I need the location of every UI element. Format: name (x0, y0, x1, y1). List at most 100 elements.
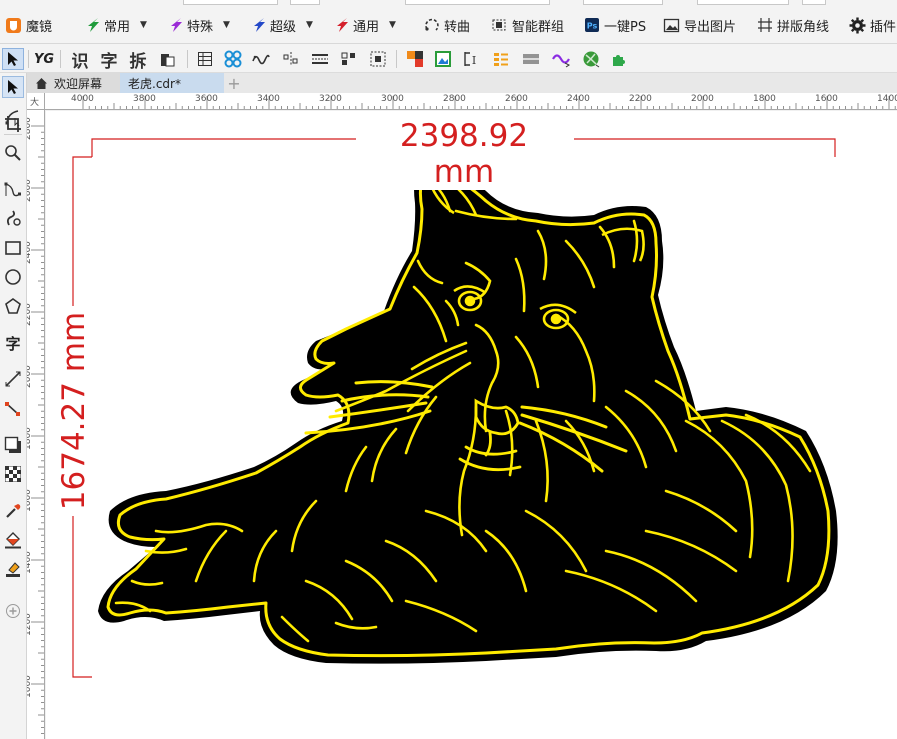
recognize-icon: 识 (71, 51, 89, 72)
wave-path-button[interactable] (250, 48, 272, 70)
menubar-stub (697, 0, 789, 5)
menu-label: 智能群组 (512, 19, 565, 35)
barcode-button[interactable] (520, 48, 542, 70)
tab-welcome-screen[interactable]: 欢迎屏幕 (27, 73, 120, 93)
rectangle-tool[interactable] (2, 237, 24, 259)
menu-label: 超级 (270, 19, 297, 35)
text-align-button[interactable]: I (461, 48, 483, 70)
select-area-icon (370, 51, 386, 67)
ruler-label: 1200 (27, 613, 33, 636)
align-nodes-button[interactable] (338, 48, 360, 70)
ruler-label: 3000 (381, 94, 404, 104)
menu-label: 插件 (870, 19, 897, 35)
ellipse-icon (5, 269, 21, 285)
menubar-stub (405, 0, 550, 5)
crop-marks-icon (758, 18, 772, 32)
menu-super[interactable]: 超级 ▼ (252, 15, 313, 35)
connector-icon (5, 402, 20, 416)
dimension-line-icon (5, 371, 21, 387)
pointer-icon (8, 80, 18, 94)
ruler-label: 2800 (27, 117, 33, 140)
ruler-label: 1600 (815, 94, 838, 104)
menu-common[interactable]: 常用 ▼ (86, 15, 147, 35)
drawing-canvas[interactable]: 2398.92 mm 1674.27 mm (46, 111, 897, 739)
split-button[interactable]: 拆 (127, 48, 149, 72)
transform-button[interactable] (550, 48, 572, 70)
image-frame-button[interactable] (432, 48, 454, 70)
menu-crop-marks[interactable]: 拼版角线 (757, 15, 829, 35)
eyedropper-tool[interactable] (2, 500, 24, 522)
table-button[interactable] (194, 48, 216, 70)
menubar-stub (183, 0, 278, 5)
pattern-icon (224, 50, 242, 68)
ruler-label: 1400 (877, 94, 897, 104)
ruler-label: 1400 (27, 551, 33, 574)
corel-draw-window: 魔镜 常用 ▼ 特殊 ▼ 超级 ▼ 通用 ▼ 转曲 智能群组 Ps 一键PS 导… (0, 0, 897, 739)
tiger-artwork[interactable] (98, 160, 838, 664)
plugin-puzzle-button[interactable] (608, 48, 630, 70)
height-dimension-label-box[interactable]: 1674.27 mm (54, 307, 94, 515)
height-dimension-label: 1674.27 mm (56, 307, 92, 515)
pick-tool-button[interactable] (2, 48, 24, 70)
ruler-unit-label: 大 (30, 98, 40, 108)
transparency-tool[interactable] (2, 463, 24, 485)
select-area-button[interactable] (367, 48, 389, 70)
menubar-stub (802, 0, 826, 5)
pick-tool[interactable] (2, 76, 24, 98)
menu-plugins[interactable]: 插件 (849, 15, 896, 35)
brush-curve-icon (6, 210, 21, 226)
menu-smart-group[interactable]: 智能群组 (490, 15, 564, 35)
width-dimension-label[interactable]: 2398.92 mm (366, 118, 562, 190)
menu-convert-curve[interactable]: 转曲 (424, 15, 470, 35)
list-button[interactable] (490, 48, 512, 70)
ellipse-tool[interactable] (2, 266, 24, 288)
menu-special[interactable]: 特殊 ▼ (169, 15, 230, 35)
horizontal-ruler[interactable]: 4000 3800 3600 3400 3200 3000 2800 2600 2400 2200… (45, 93, 897, 110)
menu-general[interactable]: 通用 ▼ (335, 15, 396, 35)
drop-shadow-tool[interactable] (2, 434, 24, 456)
clipboard-icon (161, 54, 175, 67)
text-button[interactable]: 字 (98, 48, 120, 72)
transform-icon (552, 54, 570, 68)
menu-label: 特殊 (187, 19, 214, 35)
toolbar-separator (187, 50, 188, 68)
clipboard-button[interactable] (156, 48, 178, 70)
yg-logo-icon: YG (33, 51, 55, 67)
zoom-tool[interactable] (2, 142, 24, 164)
node-split-button[interactable] (280, 48, 302, 70)
recognize-button[interactable]: 识 (69, 48, 91, 72)
plus-circle-icon (6, 604, 20, 618)
pattern-button[interactable] (222, 48, 244, 70)
artistic-media-tool[interactable] (2, 207, 24, 229)
menu-magic-mirror[interactable]: 魔镜 (5, 15, 52, 35)
globe-button[interactable] (580, 48, 602, 70)
ruler-label: 2200 (629, 94, 652, 104)
ruler-label: 4000 (71, 94, 94, 104)
dashed-line-button[interactable] (309, 48, 331, 70)
smart-group-icon (492, 19, 506, 31)
yg-logo-button[interactable]: YG (32, 48, 56, 70)
text-tool[interactable]: 字 (2, 332, 24, 354)
node-split-icon (283, 52, 298, 66)
interactive-fill-tool[interactable] (2, 529, 24, 551)
freehand-icon (4, 182, 21, 197)
menu-one-click-ps[interactable]: Ps 一键PS (584, 15, 646, 35)
smart-fill-tool[interactable] (2, 558, 24, 580)
freehand-tool[interactable] (2, 178, 24, 200)
ruler-label: 2200 (27, 303, 33, 326)
connector-tool[interactable] (2, 398, 24, 420)
crop-tool[interactable] (2, 113, 24, 135)
text-char-icon: 字 (100, 51, 118, 72)
new-tab-button[interactable]: + (224, 73, 244, 93)
add-tool-button[interactable] (2, 600, 24, 622)
color-block-button[interactable] (404, 48, 426, 70)
parallel-dimension-tool[interactable] (2, 368, 24, 390)
menu-label: 拼版角线 (777, 19, 830, 35)
ruler-origin[interactable]: 大 (27, 93, 45, 110)
color-blocks-icon (407, 51, 423, 67)
menu-export-image[interactable]: 导出图片 (663, 15, 736, 35)
ruler-label: 2800 (443, 94, 466, 104)
polygon-tool[interactable] (2, 295, 24, 317)
vertical-ruler[interactable]: 2800 2600 2400 2200 2000 1800 1600 1400 1200 1000 (27, 110, 45, 739)
tab-document[interactable]: 老虎.cdr* (120, 73, 224, 93)
